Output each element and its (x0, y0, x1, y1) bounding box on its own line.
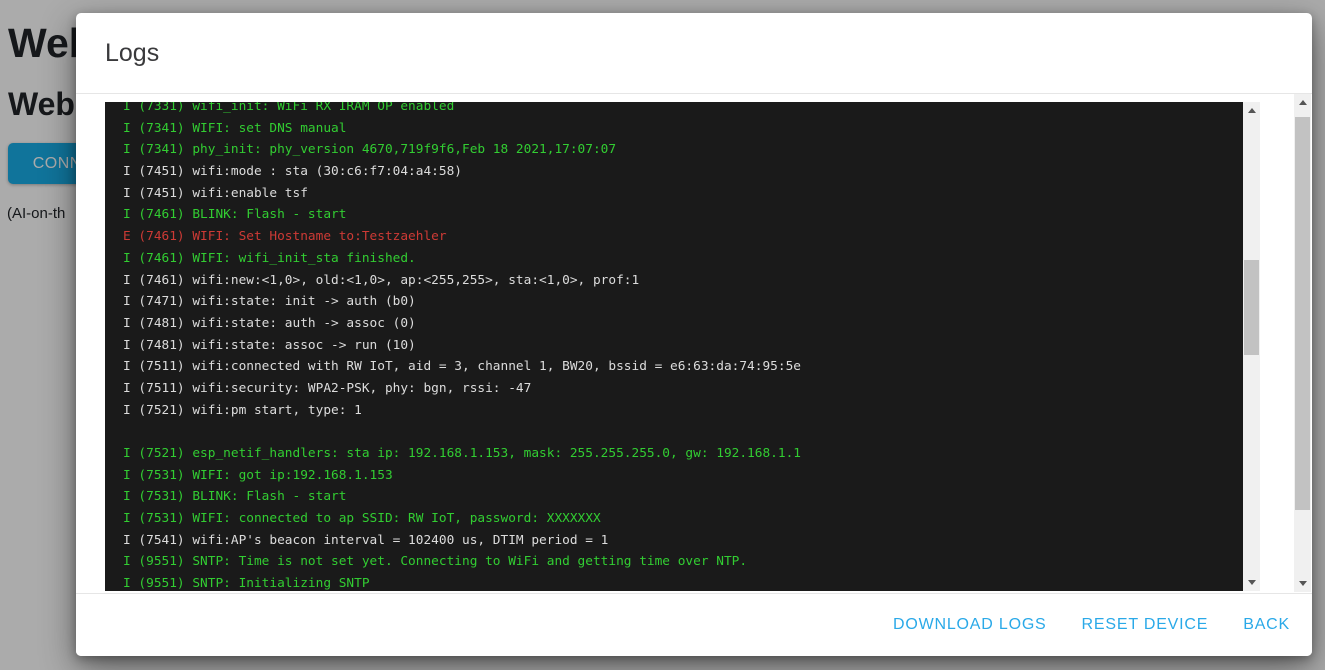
log-line: I (7451) wifi:enable tsf (123, 183, 1243, 205)
dialog-header: Logs (76, 13, 1312, 94)
log-line: I (7481) wifi:state: assoc -> run (10) (123, 335, 1243, 357)
log-line: I (7331) wifi_init: WiFi RX IRAM OP enab… (123, 102, 1243, 118)
reset-device-button[interactable]: RESET DEVICE (1082, 616, 1209, 634)
viewport: Web Web CONNECT (AI-on-th Logs I (7331) … (0, 0, 1325, 670)
log-line: I (7521) esp_netif_handlers: sta ip: 192… (123, 443, 1243, 465)
log-line: I (7511) wifi:connected with RW IoT, aid… (123, 356, 1243, 378)
dialog-scrollbar-thumb[interactable] (1295, 117, 1310, 510)
log-line: I (7341) phy_init: phy_version 4670,719f… (123, 139, 1243, 161)
log-line: I (7461) WIFI: wifi_init_sta finished. (123, 248, 1243, 270)
download-logs-button[interactable]: DOWNLOAD LOGS (893, 616, 1047, 634)
log-line: I (7531) WIFI: connected to ap SSID: RW … (123, 508, 1243, 530)
dialog-title: Logs (105, 39, 159, 68)
console-scroll-up-button[interactable] (1243, 102, 1260, 119)
log-line: E (7461) WIFI: Set Hostname to:Testzaehl… (123, 226, 1243, 248)
log-line: I (7451) wifi:mode : sta (30:c6:f7:04:a4… (123, 161, 1243, 183)
dialog-content-scrollbar[interactable] (1294, 94, 1311, 592)
up-arrow-icon (1299, 100, 1307, 105)
up-arrow-icon (1248, 108, 1256, 113)
log-line: I (7471) wifi:state: init -> auth (b0) (123, 291, 1243, 313)
back-button[interactable]: BACK (1243, 616, 1290, 634)
down-arrow-icon (1248, 580, 1256, 585)
log-line: I (7531) WIFI: got ip:192.168.1.153 (123, 465, 1243, 487)
log-line: I (7531) BLINK: Flash - start (123, 486, 1243, 508)
dialog-scroll-up-button[interactable] (1294, 94, 1311, 111)
log-line: I (7461) BLINK: Flash - start (123, 204, 1243, 226)
log-line: I (7341) WIFI: set DNS manual (123, 118, 1243, 140)
console-scrollbar-thumb[interactable] (1244, 260, 1259, 355)
log-line: I (9551) SNTP: Time is not set yet. Conn… (123, 551, 1243, 573)
log-console[interactable]: I (7331) wifi_init: WiFi RX IRAM OP enab… (105, 102, 1260, 591)
log-console-content: I (7331) wifi_init: WiFi RX IRAM OP enab… (123, 102, 1243, 591)
log-line: I (9551) SNTP: Initializing SNTP (123, 573, 1243, 591)
console-scrollbar[interactable] (1243, 102, 1260, 591)
dialog-body: I (7331) wifi_init: WiFi RX IRAM OP enab… (76, 94, 1312, 594)
log-line: I (7461) wifi:new:<1,0>, old:<1,0>, ap:<… (123, 270, 1243, 292)
log-line: I (7541) wifi:AP's beacon interval = 102… (123, 530, 1243, 552)
log-line: I (7521) wifi:pm start, type: 1 (123, 400, 1243, 422)
log-line (123, 421, 1243, 443)
dialog-scroll-down-button[interactable] (1294, 575, 1311, 592)
console-scroll-down-button[interactable] (1243, 574, 1260, 591)
logs-dialog: Logs I (7331) wifi_init: WiFi RX IRAM OP… (76, 13, 1312, 656)
dialog-footer: DOWNLOAD LOGS RESET DEVICE BACK (76, 594, 1312, 656)
log-line: I (7481) wifi:state: auth -> assoc (0) (123, 313, 1243, 335)
log-line: I (7511) wifi:security: WPA2-PSK, phy: b… (123, 378, 1243, 400)
down-arrow-icon (1299, 581, 1307, 586)
